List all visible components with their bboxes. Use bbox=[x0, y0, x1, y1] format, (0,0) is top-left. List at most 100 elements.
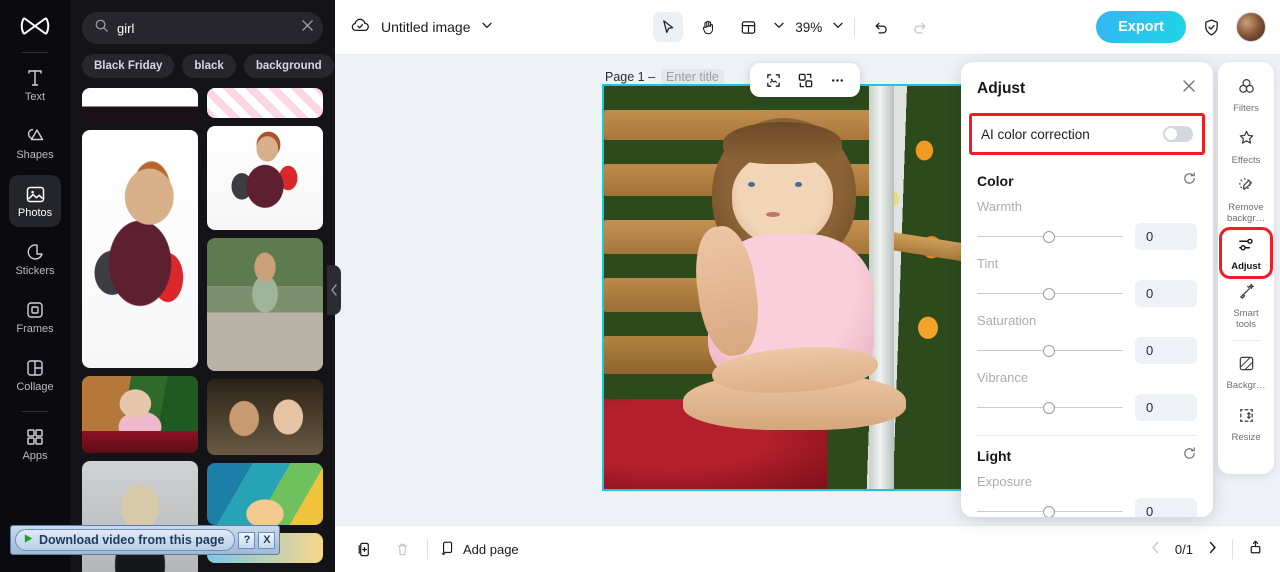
add-page-button[interactable]: Add page bbox=[440, 540, 519, 559]
redo-button[interactable] bbox=[905, 12, 935, 42]
ai-color-correction-toggle[interactable] bbox=[1163, 126, 1193, 142]
search-tag-list: Black Friday black background bbox=[70, 44, 335, 86]
panel-collapse-handle[interactable] bbox=[327, 265, 341, 315]
list-item[interactable] bbox=[82, 88, 198, 122]
trash-icon[interactable] bbox=[389, 536, 415, 562]
tool-effects[interactable]: Effects bbox=[1222, 124, 1270, 170]
toolbar-divider bbox=[854, 17, 856, 37]
photo-results-grid[interactable] bbox=[82, 88, 323, 572]
chevron-right-icon[interactable] bbox=[1207, 541, 1218, 557]
collage-icon bbox=[25, 357, 45, 379]
export-page-icon[interactable] bbox=[1247, 539, 1264, 559]
reset-icon[interactable] bbox=[1182, 171, 1197, 191]
chevron-left-icon[interactable] bbox=[1150, 541, 1161, 557]
download-help-button[interactable]: ? bbox=[238, 531, 256, 549]
adjust-panel: Adjust AI color correction Color Warmth … bbox=[961, 62, 1213, 517]
slider-knob[interactable] bbox=[1042, 287, 1055, 300]
cursor-select-tool-button[interactable] bbox=[653, 12, 684, 42]
slider-exposure: Exposure 0 bbox=[961, 468, 1213, 517]
hand-pan-tool-button[interactable] bbox=[693, 12, 723, 42]
replace-image-icon[interactable] bbox=[792, 67, 818, 93]
search-icon bbox=[94, 18, 109, 38]
sidebar-item-apps[interactable]: Apps bbox=[9, 418, 61, 470]
slider-value[interactable]: 0 bbox=[1135, 280, 1197, 307]
export-button[interactable]: Export bbox=[1096, 11, 1187, 43]
sidebar-item-frames[interactable]: Frames bbox=[9, 291, 61, 343]
adjust-panel-header: Adjust bbox=[961, 62, 1213, 109]
crop-icon[interactable] bbox=[760, 67, 786, 93]
reset-icon[interactable] bbox=[1182, 446, 1197, 466]
tool-background[interactable]: Backgr… bbox=[1222, 349, 1270, 395]
page-title-input[interactable]: Enter title bbox=[661, 69, 724, 85]
slider-value[interactable]: 0 bbox=[1135, 498, 1197, 517]
tool-remove-background[interactable]: Remove backgr… bbox=[1222, 176, 1270, 224]
close-icon[interactable] bbox=[1181, 78, 1197, 99]
cloud-saved-icon bbox=[349, 16, 371, 39]
page-pager: 0/1 bbox=[1150, 539, 1264, 559]
search-tag[interactable]: black bbox=[182, 54, 236, 78]
undo-button[interactable] bbox=[865, 12, 895, 42]
slider-knob[interactable] bbox=[1042, 505, 1055, 517]
list-item[interactable] bbox=[82, 461, 198, 572]
sidebar-item-photos[interactable]: Photos bbox=[9, 175, 61, 227]
chevron-down-icon[interactable] bbox=[481, 18, 493, 36]
zoom-chevron-down-icon[interactable] bbox=[832, 18, 844, 36]
close-icon[interactable] bbox=[301, 19, 314, 37]
search-tag[interactable]: background bbox=[243, 54, 334, 78]
resize-icon bbox=[1237, 406, 1256, 430]
slider-track[interactable] bbox=[977, 230, 1123, 244]
slider-knob[interactable] bbox=[1042, 344, 1055, 357]
layout-tool-button[interactable] bbox=[733, 12, 763, 42]
slider-value[interactable]: 0 bbox=[1135, 223, 1197, 250]
sidebar-item-text[interactable]: Text bbox=[9, 59, 61, 111]
light-section-header: Light bbox=[961, 436, 1213, 468]
download-video-button[interactable]: Download video from this page bbox=[15, 529, 236, 551]
list-item[interactable] bbox=[206, 126, 323, 230]
photos-panel: Black Friday black background bbox=[70, 0, 335, 572]
page-title[interactable]: Untitled image bbox=[381, 19, 471, 35]
search-input[interactable] bbox=[117, 20, 293, 36]
section-title: Color bbox=[977, 173, 1014, 189]
text-icon bbox=[25, 67, 45, 89]
girl-bangs bbox=[722, 122, 842, 164]
slider-track[interactable] bbox=[977, 505, 1123, 517]
add-page-icon bbox=[440, 540, 456, 559]
tool-smart-tools[interactable]: Smart tools bbox=[1222, 282, 1270, 330]
tool-adjust[interactable]: Adjust bbox=[1219, 227, 1273, 279]
artboard[interactable] bbox=[602, 84, 966, 491]
shield-check-icon[interactable] bbox=[1196, 12, 1226, 42]
list-item[interactable] bbox=[206, 379, 323, 455]
list-item[interactable] bbox=[82, 376, 198, 453]
sidebar-item-stickers[interactable]: Stickers bbox=[9, 233, 61, 285]
capcut-logo-icon[interactable] bbox=[15, 6, 55, 46]
slider-track[interactable] bbox=[977, 344, 1123, 358]
tool-resize[interactable]: Resize bbox=[1222, 401, 1270, 447]
slider-value[interactable]: 0 bbox=[1135, 394, 1197, 421]
list-item[interactable] bbox=[206, 463, 323, 525]
sidebar-item-shapes[interactable]: Shapes bbox=[9, 117, 61, 169]
more-options-icon[interactable] bbox=[824, 67, 850, 93]
pager-divider bbox=[1232, 539, 1233, 559]
list-item[interactable] bbox=[206, 88, 323, 118]
slider-warmth: Warmth 0 bbox=[961, 193, 1213, 250]
layout-chevron-down-icon[interactable] bbox=[773, 18, 785, 36]
duplicate-page-icon[interactable] bbox=[351, 536, 377, 562]
list-item[interactable] bbox=[206, 238, 323, 371]
search-box[interactable] bbox=[82, 12, 323, 44]
rail-divider-top bbox=[22, 52, 48, 53]
sidebar-item-label: Text bbox=[24, 91, 46, 103]
remove-background-icon bbox=[1237, 176, 1256, 200]
slider-track[interactable] bbox=[977, 401, 1123, 415]
ai-color-correction-row[interactable]: AI color correction bbox=[969, 113, 1205, 155]
tool-filters[interactable]: Filters bbox=[1222, 72, 1270, 118]
zoom-level-value[interactable]: 39% bbox=[795, 20, 822, 35]
search-tag[interactable]: Black Friday bbox=[82, 54, 175, 78]
slider-knob[interactable] bbox=[1042, 230, 1055, 243]
download-close-button[interactable]: X bbox=[258, 531, 276, 549]
user-avatar[interactable] bbox=[1236, 12, 1267, 42]
list-item[interactable] bbox=[82, 130, 198, 368]
slider-track[interactable] bbox=[977, 287, 1123, 301]
sidebar-item-collage[interactable]: Collage bbox=[9, 349, 61, 401]
slider-knob[interactable] bbox=[1042, 401, 1055, 414]
slider-value[interactable]: 0 bbox=[1135, 337, 1197, 364]
